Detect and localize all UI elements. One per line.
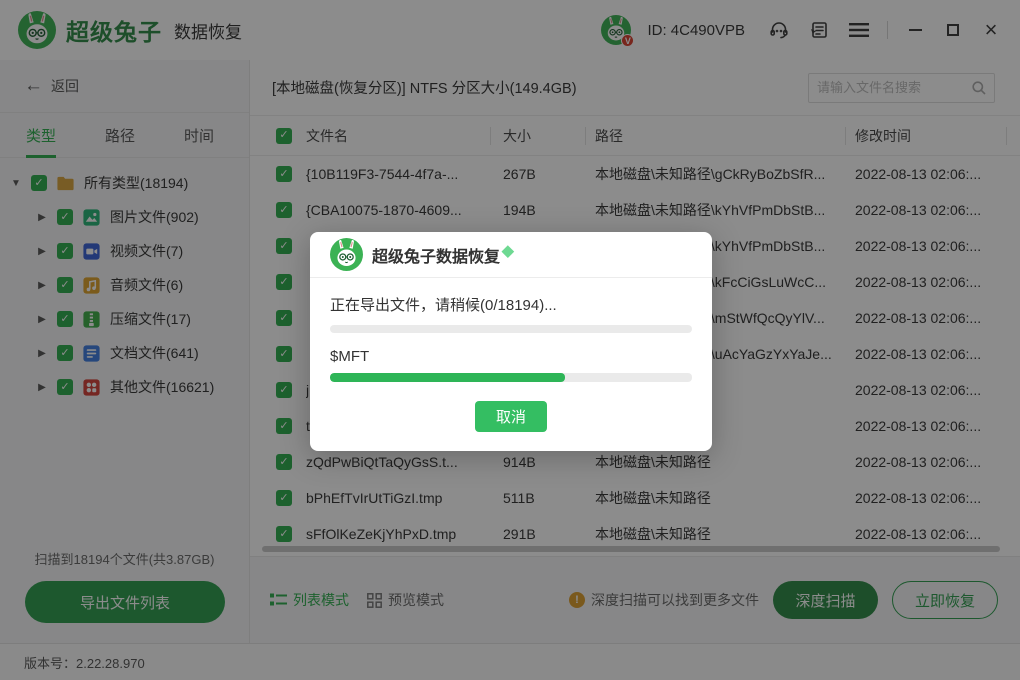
current-file-name: $MFT — [330, 348, 692, 365]
export-progress-dialog: 超级兔子数据恢复 正在导出文件，请稍候(0/18194)... $MFT 取消 — [310, 232, 712, 451]
app-window: 超级兔子 数据恢复 V ID: 4C490VPB — [0, 0, 1020, 680]
cancel-button[interactable]: 取消 — [475, 401, 547, 432]
file-progress-bar — [330, 373, 692, 382]
total-progress-bar — [330, 325, 692, 333]
file-progress-fill — [330, 373, 565, 382]
dialog-header: 超级兔子数据恢复 — [310, 232, 712, 278]
rabbit-logo-icon — [330, 238, 363, 271]
dialog-title: 超级兔子数据恢复 — [372, 243, 500, 267]
diamond-sparkle-icon — [501, 245, 514, 258]
export-status-text: 正在导出文件，请稍候(0/18194)... — [330, 294, 692, 315]
